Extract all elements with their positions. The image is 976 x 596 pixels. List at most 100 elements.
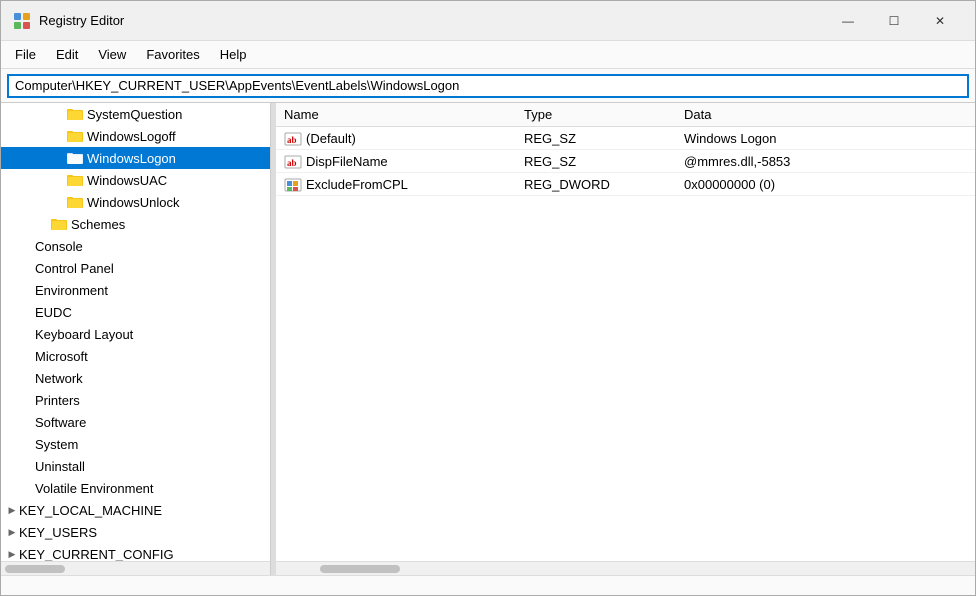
registry-editor-window: Registry Editor — ☐ ✕ File Edit View Fav… [0, 0, 976, 596]
tree-label: Volatile Environment [35, 481, 154, 496]
tree-label: Uninstall [35, 459, 85, 474]
tree-label: Keyboard Layout [35, 327, 133, 342]
table-row[interactable]: ab (Default) REG_SZ Windows Logon [276, 127, 975, 150]
window-controls: — ☐ ✕ [825, 5, 963, 37]
tree-label: Microsoft [35, 349, 88, 364]
expand-arrow [21, 305, 35, 319]
expand-arrow: ▶ [5, 525, 19, 539]
tree-label: System [35, 437, 78, 452]
tree-label: WindowsUAC [87, 173, 167, 188]
expand-arrow [21, 261, 35, 275]
tree-label: SystemQuestion [87, 107, 182, 122]
tree-item-system[interactable]: System [1, 433, 270, 455]
tree-item-printers[interactable]: Printers [1, 389, 270, 411]
tree-item-uninstall[interactable]: Uninstall [1, 455, 270, 477]
menu-edit[interactable]: Edit [46, 43, 88, 66]
menu-favorites[interactable]: Favorites [136, 43, 209, 66]
expand-arrow [21, 415, 35, 429]
tree-label: Console [35, 239, 83, 254]
col-name: Name [276, 103, 516, 127]
tree-item-controlpanel[interactable]: Control Panel [1, 257, 270, 279]
expand-arrow [37, 217, 51, 231]
table-row[interactable]: ab DispFileName REG_SZ @mmres.dll,-5853 [276, 150, 975, 173]
tree-item-network[interactable]: Network [1, 367, 270, 389]
tree-item-schemes[interactable]: Schemes [1, 213, 270, 235]
expand-arrow [21, 349, 35, 363]
tree-item-windowsuac[interactable]: WindowsUAC [1, 169, 270, 191]
tree-label: WindowsUnlock [87, 195, 179, 210]
entry-data: @mmres.dll,-5853 [676, 150, 975, 173]
tree-label: Network [35, 371, 83, 386]
expand-arrow [21, 481, 35, 495]
registry-table: Name Type Data ab [276, 103, 975, 561]
menu-file[interactable]: File [5, 43, 46, 66]
app-icon [13, 12, 31, 30]
tree-item-volatileenv[interactable]: Volatile Environment [1, 477, 270, 499]
right-scrollbar-thumb[interactable] [320, 565, 400, 573]
tree-label: KEY_USERS [19, 525, 97, 540]
entry-data: 0x00000000 (0) [676, 173, 975, 196]
entry-name: ab (Default) [276, 127, 516, 150]
main-content: SystemQuestion WindowsLogoff [1, 103, 975, 575]
right-scrollbar[interactable] [276, 561, 975, 575]
tree-scrollbar-thumb[interactable] [5, 565, 65, 573]
expand-arrow [21, 327, 35, 341]
tree-item-windowslogoff[interactable]: WindowsLogoff [1, 125, 270, 147]
tree-item-windowslogon[interactable]: WindowsLogon [1, 147, 270, 169]
tree-item-windowsunlock[interactable]: WindowsUnlock [1, 191, 270, 213]
tree-item-systemquestion[interactable]: SystemQuestion [1, 103, 270, 125]
expand-arrow [21, 239, 35, 253]
entry-name: ExcludeFromCPL [276, 173, 516, 196]
tree-label: Printers [35, 393, 80, 408]
tree-item-microsoft[interactable]: Microsoft [1, 345, 270, 367]
panel-divider[interactable] [271, 103, 276, 575]
tree-item-software[interactable]: Software [1, 411, 270, 433]
expand-arrow [53, 195, 67, 209]
expand-arrow [21, 371, 35, 385]
svg-text:ab: ab [287, 135, 297, 145]
col-type: Type [516, 103, 676, 127]
entry-type: REG_SZ [516, 150, 676, 173]
entry-name: ab DispFileName [276, 150, 516, 173]
expand-arrow [21, 437, 35, 451]
tree-scrollbar[interactable] [1, 561, 270, 575]
title-bar: Registry Editor — ☐ ✕ [1, 1, 975, 41]
tree-label: Software [35, 415, 86, 430]
expand-arrow [21, 459, 35, 473]
menu-view[interactable]: View [88, 43, 136, 66]
entry-type: REG_DWORD [516, 173, 676, 196]
expand-arrow [53, 151, 67, 165]
tree-item-keyboardlayout[interactable]: Keyboard Layout [1, 323, 270, 345]
minimize-button[interactable]: — [825, 5, 871, 37]
expand-arrow: ▶ [5, 503, 19, 517]
expand-arrow [53, 107, 67, 121]
maximize-button[interactable]: ☐ [871, 5, 917, 37]
svg-text:ab: ab [287, 158, 297, 168]
table-row[interactable]: ExcludeFromCPL REG_DWORD 0x00000000 (0) [276, 173, 975, 196]
tree-label: WindowsLogoff [87, 129, 176, 144]
tree-item-keyusers[interactable]: ▶ KEY_USERS [1, 521, 270, 543]
tree-label: Environment [35, 283, 108, 298]
tree-label: Schemes [71, 217, 125, 232]
status-bar [1, 575, 975, 595]
tree-item-console[interactable]: Console [1, 235, 270, 257]
expand-arrow [53, 173, 67, 187]
address-input[interactable] [7, 74, 969, 98]
tree-label: WindowsLogon [87, 151, 176, 166]
address-bar [1, 69, 975, 103]
close-button[interactable]: ✕ [917, 5, 963, 37]
window-title: Registry Editor [39, 13, 825, 28]
expand-arrow [21, 283, 35, 297]
entry-type: REG_SZ [516, 127, 676, 150]
tree-item-eudc[interactable]: EUDC [1, 301, 270, 323]
tree-panel[interactable]: SystemQuestion WindowsLogoff [1, 103, 271, 575]
expand-arrow: ▶ [5, 547, 19, 561]
registry-entries-table: Name Type Data ab [276, 103, 975, 196]
tree-label: EUDC [35, 305, 72, 320]
tree-item-keylocalmachine[interactable]: ▶ KEY_LOCAL_MACHINE [1, 499, 270, 521]
expand-arrow [53, 129, 67, 143]
tree-item-environment[interactable]: Environment [1, 279, 270, 301]
menu-help[interactable]: Help [210, 43, 257, 66]
tree-label: Control Panel [35, 261, 114, 276]
right-panel: Name Type Data ab [276, 103, 975, 575]
